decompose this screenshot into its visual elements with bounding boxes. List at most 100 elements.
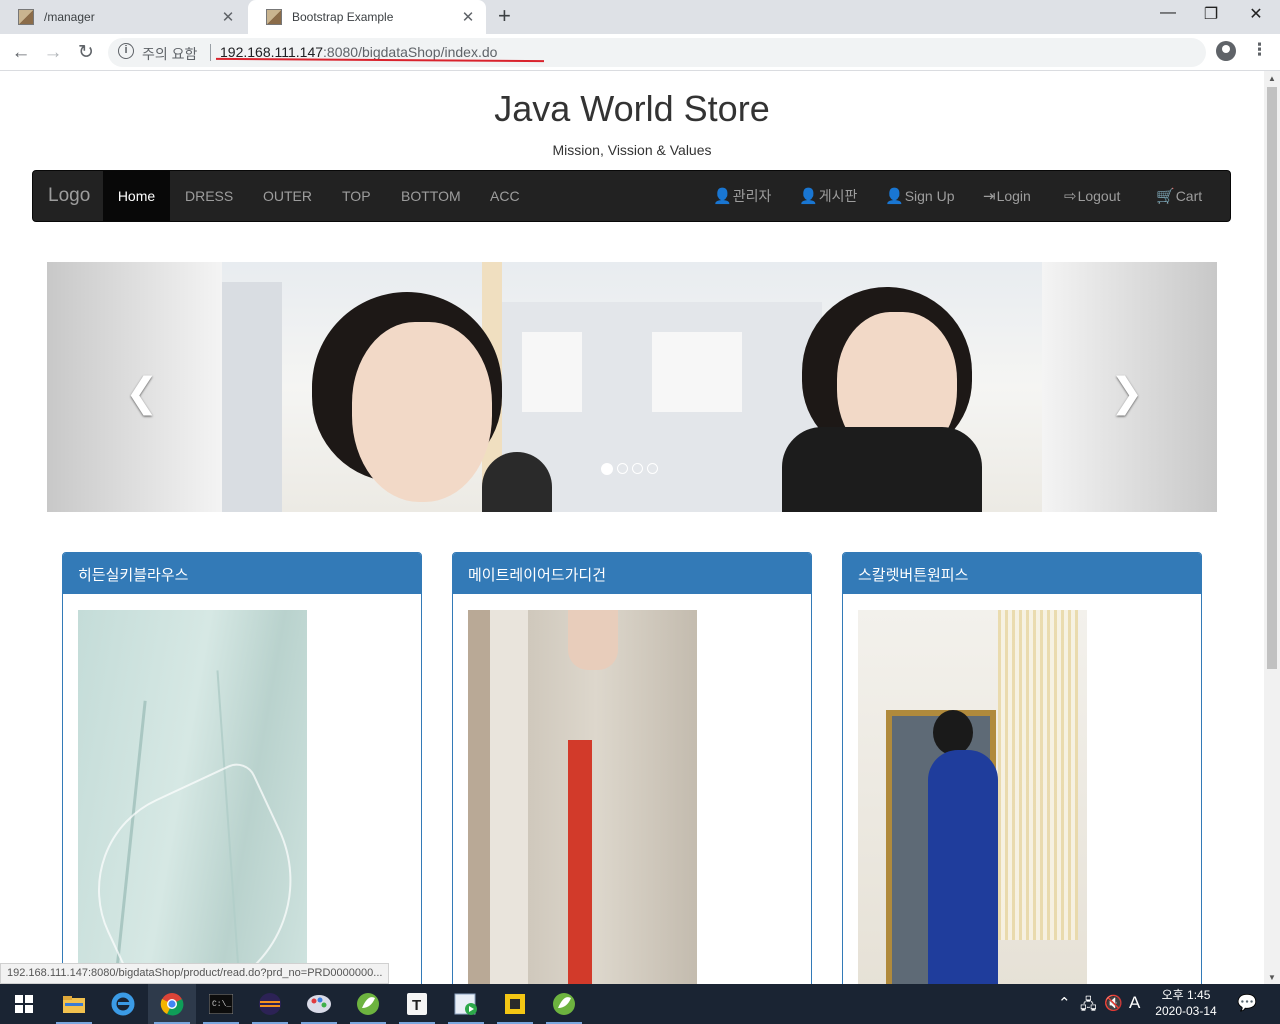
product-card[interactable]: 메이트레이어드가디건 bbox=[452, 552, 812, 984]
nav-label: Cart bbox=[1175, 188, 1203, 204]
product-image[interactable] bbox=[858, 610, 1087, 984]
tab-bootstrap-example[interactable]: Bootstrap Example ✕ bbox=[248, 0, 486, 34]
spring-tool-icon[interactable] bbox=[540, 984, 588, 1024]
nav-admin[interactable]: 👤관리자 bbox=[713, 171, 771, 221]
paint-icon[interactable] bbox=[295, 984, 343, 1024]
product-name[interactable]: 스칼렛버튼원피스 bbox=[843, 553, 1201, 594]
login-icon: ⇥ bbox=[983, 188, 996, 205]
minimize-button[interactable]: — bbox=[1148, 4, 1188, 22]
nav-label: Login bbox=[996, 188, 1031, 204]
product-card[interactable]: 스칼렛버튼원피스 bbox=[842, 552, 1202, 984]
nav-acc[interactable]: ACC bbox=[490, 171, 520, 221]
typora-icon[interactable]: T bbox=[393, 984, 441, 1024]
carousel: ❮ ❯ bbox=[47, 262, 1217, 512]
chevron-right-icon[interactable]: ❯ bbox=[1110, 370, 1144, 416]
product-image[interactable] bbox=[78, 610, 307, 984]
carousel-indicator[interactable] bbox=[632, 463, 643, 474]
url-path: :8080/bigdataShop/index.do bbox=[323, 44, 498, 60]
internet-explorer-icon[interactable] bbox=[99, 984, 147, 1024]
page-scrollbar[interactable]: ▲ ▼ bbox=[1264, 71, 1280, 984]
address-bar[interactable]: i 주의 요함 192.168.111.147:8080/bigdataShop… bbox=[108, 38, 1206, 67]
carousel-indicator[interactable] bbox=[647, 463, 658, 474]
nav-outer[interactable]: OUTER bbox=[263, 171, 312, 221]
ime-indicator[interactable]: A bbox=[1129, 993, 1140, 1013]
svg-text:T: T bbox=[412, 997, 421, 1014]
tab-close-icon[interactable]: ✕ bbox=[460, 8, 476, 26]
back-button[interactable]: ← bbox=[8, 40, 34, 66]
carousel-indicator[interactable] bbox=[601, 463, 613, 475]
terminal-icon[interactable]: C:\_ bbox=[197, 984, 245, 1024]
tab-manager[interactable]: /manager ✕ bbox=[0, 0, 246, 34]
user-icon: 👤 bbox=[799, 188, 818, 205]
forward-button[interactable]: → bbox=[40, 40, 66, 66]
chevron-left-icon[interactable]: ❮ bbox=[125, 370, 159, 416]
product-card[interactable]: 히든실키블라우스 bbox=[62, 552, 422, 984]
carousel-indicators bbox=[601, 463, 658, 475]
reload-button[interactable]: ↻ bbox=[73, 40, 99, 66]
tray-expand-icon[interactable]: ⌃ bbox=[1058, 994, 1071, 1012]
tab-strip: /manager ✕ Bootstrap Example ✕ + — ❐ ✕ bbox=[0, 0, 1280, 34]
account-avatar-icon[interactable] bbox=[1216, 41, 1236, 61]
nav-board[interactable]: 👤게시판 bbox=[799, 171, 857, 221]
carousel-next-control[interactable]: ❯ bbox=[1042, 262, 1217, 512]
spring-tool-icon[interactable] bbox=[344, 984, 392, 1024]
logout-icon: ⇨ bbox=[1064, 188, 1077, 205]
security-warning[interactable]: 주의 요함 bbox=[142, 44, 197, 64]
user-icon: 👤 bbox=[713, 188, 732, 205]
product-image[interactable] bbox=[468, 610, 697, 984]
nav-cart[interactable]: 🛒Cart bbox=[1156, 171, 1202, 221]
clock-date: 2020-03-14 bbox=[1155, 1004, 1217, 1018]
nav-label: 게시판 bbox=[818, 188, 858, 204]
info-icon[interactable]: i bbox=[118, 43, 134, 59]
nav-top[interactable]: TOP bbox=[342, 171, 371, 221]
file-explorer-icon[interactable] bbox=[50, 984, 98, 1024]
link-status-bar: 192.168.111.147:8080/bigdataShop/product… bbox=[0, 963, 390, 984]
nav-login[interactable]: ⇥Login bbox=[983, 171, 1031, 221]
eclipse-icon[interactable] bbox=[246, 984, 294, 1024]
carousel-prev-control[interactable]: ❮ bbox=[47, 262, 222, 512]
app-icon[interactable] bbox=[491, 984, 539, 1024]
navbar-brand[interactable]: Logo bbox=[48, 185, 90, 207]
nav-logout[interactable]: ⇨Logout bbox=[1064, 171, 1120, 221]
notification-icon[interactable]: 💬 bbox=[1237, 993, 1257, 1013]
nav-signup[interactable]: 👤Sign Up bbox=[885, 171, 955, 221]
network-icon[interactable]: 🖧 bbox=[1080, 994, 1097, 1019]
windows-taskbar: C:\_ T ⌃ 🖧 🔇 A 오후 1:45 2020-03-14 💬 bbox=[0, 984, 1280, 1024]
cart-icon: 🛒 bbox=[1156, 188, 1175, 205]
nav-label: Sign Up bbox=[904, 188, 955, 204]
close-window-button[interactable]: ✕ bbox=[1236, 4, 1276, 24]
model-photo-right bbox=[782, 277, 1042, 512]
model-photo-left bbox=[272, 282, 552, 512]
nav-bottom[interactable]: BOTTOM bbox=[401, 171, 461, 221]
favicon-icon bbox=[266, 9, 282, 25]
product-name[interactable]: 메이트레이어드가디건 bbox=[453, 553, 811, 594]
main-navbar: Logo Home DRESS OUTER TOP BOTTOM ACC 👤관리… bbox=[32, 170, 1231, 222]
browser-toolbar: ← → ↻ i 주의 요함 192.168.111.147:8080/bigda… bbox=[0, 34, 1280, 71]
system-clock[interactable]: 오후 1:45 2020-03-14 bbox=[1150, 987, 1222, 1019]
nav-home[interactable]: Home bbox=[103, 171, 170, 221]
user-icon: 👤 bbox=[885, 188, 904, 205]
volume-muted-icon[interactable]: 🔇 bbox=[1104, 994, 1123, 1012]
browser-menu-icon[interactable]: ⋮ bbox=[1251, 40, 1268, 60]
scroll-up-icon[interactable]: ▲ bbox=[1264, 74, 1280, 83]
tab-close-icon[interactable]: ✕ bbox=[220, 8, 236, 26]
nav-label: 관리자 bbox=[732, 188, 772, 204]
divider bbox=[210, 44, 211, 61]
clock-time: 오후 1:45 bbox=[1161, 988, 1211, 1002]
nav-label: Logout bbox=[1077, 188, 1121, 204]
start-icon[interactable] bbox=[0, 984, 48, 1024]
nav-dress[interactable]: DRESS bbox=[185, 171, 233, 221]
favicon-icon bbox=[18, 9, 34, 25]
scroll-down-icon[interactable]: ▼ bbox=[1264, 973, 1280, 982]
chrome-icon[interactable] bbox=[148, 984, 196, 1024]
scrollbar-thumb[interactable] bbox=[1267, 87, 1277, 669]
media-icon[interactable] bbox=[442, 984, 490, 1024]
restore-button[interactable]: ❐ bbox=[1191, 4, 1231, 24]
new-tab-button[interactable]: + bbox=[498, 4, 511, 28]
tab-title: Bootstrap Example bbox=[292, 10, 394, 24]
page-viewport: Java World Store Mission, Vission & Valu… bbox=[0, 71, 1264, 984]
product-name[interactable]: 히든실키블라우스 bbox=[63, 553, 421, 594]
store-title: Java World Store bbox=[494, 88, 770, 129]
tab-title: /manager bbox=[44, 10, 95, 24]
carousel-indicator[interactable] bbox=[617, 463, 628, 474]
